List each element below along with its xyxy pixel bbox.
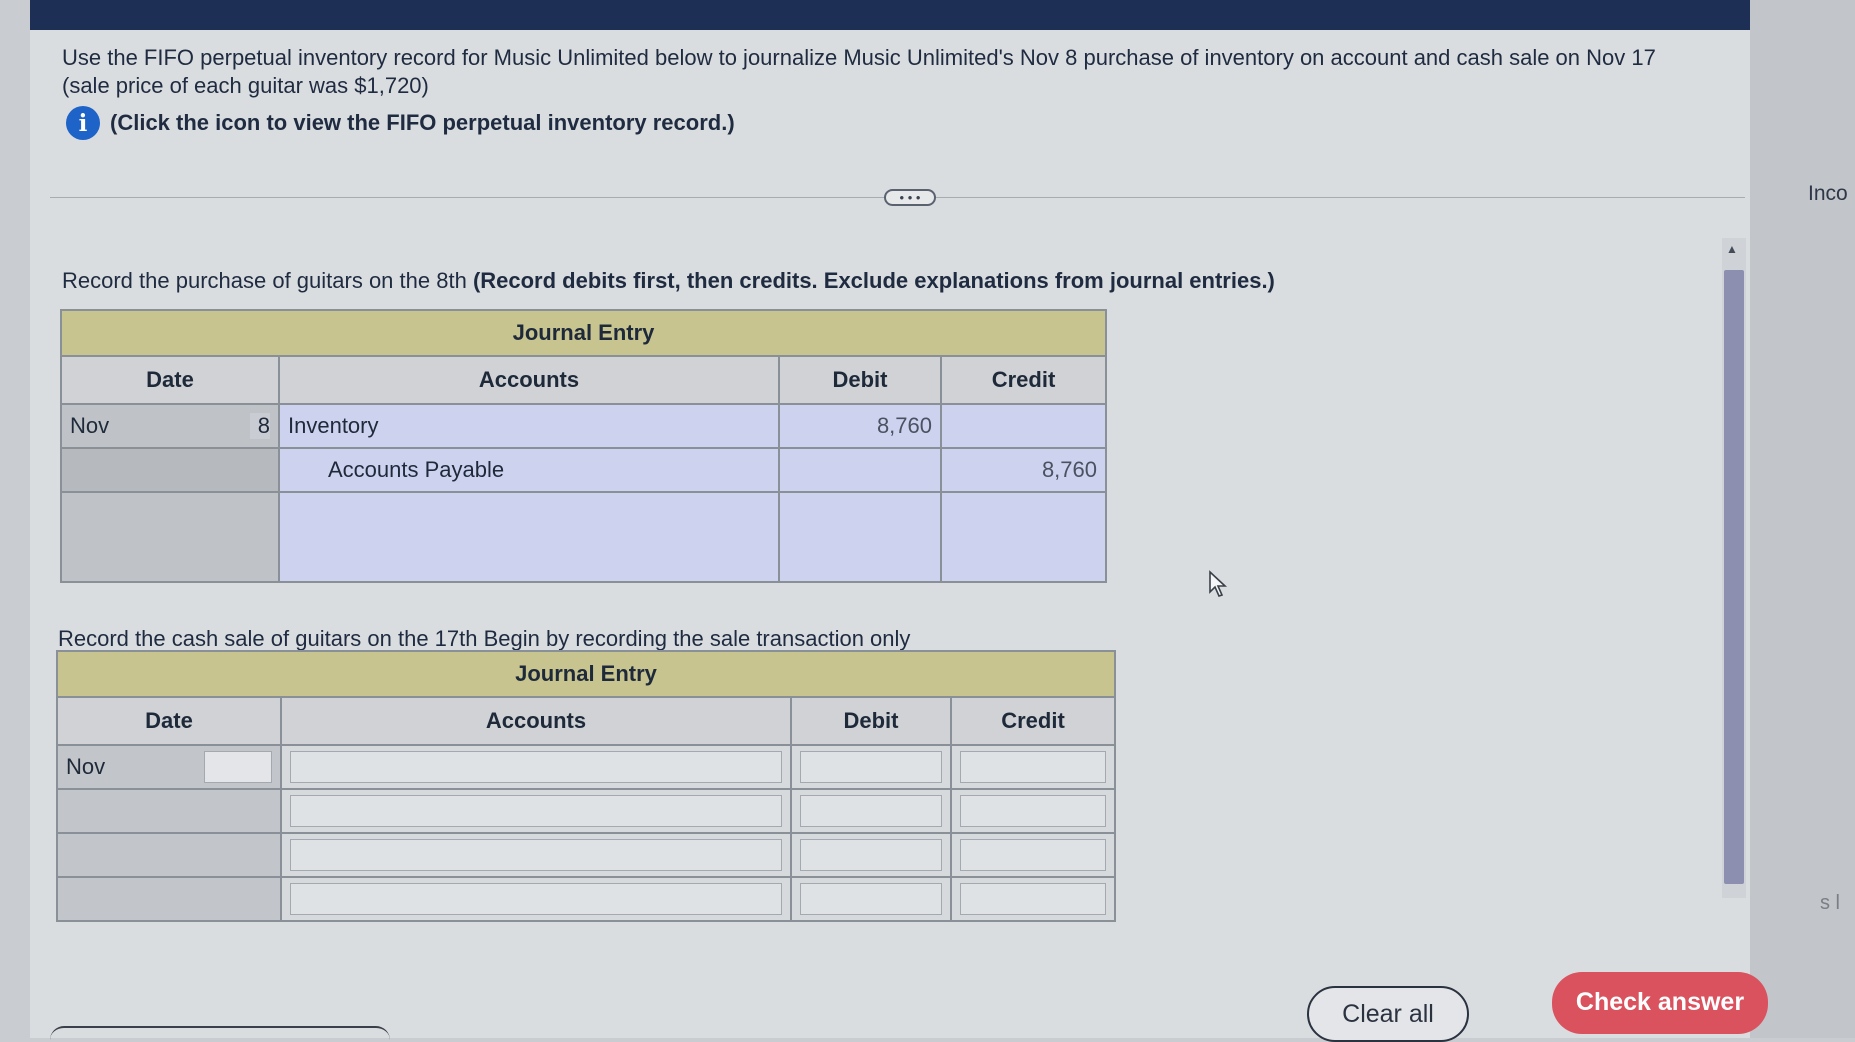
date-header: Date xyxy=(60,355,280,405)
table-row xyxy=(56,876,1116,922)
debit-header: Debit xyxy=(790,696,952,746)
debit-input[interactable] xyxy=(800,795,942,827)
sale-prompt: Record the cash sale of guitars on the 1… xyxy=(58,626,911,651)
account-cell xyxy=(280,832,792,878)
credit-input[interactable] xyxy=(960,795,1106,827)
credit-cell[interactable] xyxy=(940,403,1107,449)
debit-cell xyxy=(790,744,952,790)
date-cell xyxy=(56,788,282,834)
date-cell xyxy=(56,876,282,922)
credit-cell[interactable]: 8,760 xyxy=(940,447,1107,493)
date-cell: Nov 8 xyxy=(60,403,280,449)
account-cell[interactable]: Inventory xyxy=(278,403,780,449)
clear-all-button[interactable]: Clear all xyxy=(1307,986,1469,1042)
date-month: Nov xyxy=(66,754,106,779)
journal-entry-title: Journal Entry xyxy=(56,650,1116,698)
purchase-journal-table: Journal Entry Date Accounts Debit Credit… xyxy=(60,309,1107,583)
account-input[interactable] xyxy=(290,839,782,871)
credit-input[interactable] xyxy=(960,839,1106,871)
purchase-prompt: Record the purchase of guitars on the 8t… xyxy=(62,268,1275,294)
debit-cell xyxy=(790,832,952,878)
account-cell[interactable]: Accounts Payable xyxy=(278,447,780,493)
debit-input[interactable] xyxy=(800,751,942,783)
fifo-record-link-text[interactable]: (Click the icon to view the FIFO perpetu… xyxy=(110,110,735,136)
question-instruction: Use the FIFO perpetual inventory record … xyxy=(62,44,1732,100)
accounts-header: Accounts xyxy=(280,696,792,746)
credit-cell[interactable] xyxy=(940,491,1107,583)
instruction-line-1: Use the FIFO perpetual inventory record … xyxy=(62,45,1656,70)
credit-input[interactable] xyxy=(960,883,1106,915)
table-row xyxy=(56,788,1116,834)
mouse-pointer-icon xyxy=(1209,570,1228,597)
debit-cell[interactable] xyxy=(778,447,942,493)
debit-cell[interactable]: 8,760 xyxy=(778,403,942,449)
date-cell xyxy=(60,491,280,583)
credit-cell xyxy=(950,876,1116,922)
account-cell xyxy=(280,744,792,790)
scrollbar-thumb[interactable] xyxy=(1724,270,1744,884)
info-icon[interactable]: i xyxy=(66,106,100,140)
expand-collapse-button[interactable]: • • • xyxy=(884,189,936,206)
date-cell xyxy=(60,447,280,493)
journal-entry-title: Journal Entry xyxy=(60,309,1107,357)
debit-cell xyxy=(790,876,952,922)
side-panel-mark: s l xyxy=(1820,892,1840,914)
account-cell[interactable] xyxy=(278,491,780,583)
table-row: Nov 8 Inventory 8,760 xyxy=(60,403,1107,449)
debit-cell[interactable] xyxy=(778,491,942,583)
credit-header: Credit xyxy=(940,355,1107,405)
instruction-line-2: (sale price of each guitar was $1,720) xyxy=(62,73,429,98)
fifo-record-link[interactable]: i (Click the icon to view the FIFO perpe… xyxy=(66,106,735,140)
purchase-prompt-plain: Record the purchase of guitars on the 8t… xyxy=(62,268,467,293)
credit-header: Credit xyxy=(950,696,1116,746)
debit-header: Debit xyxy=(778,355,942,405)
date-header: Date xyxy=(56,696,282,746)
table-row: Nov xyxy=(56,744,1116,790)
side-panel-label: Inco xyxy=(1808,182,1848,205)
account-cell xyxy=(280,788,792,834)
debit-input[interactable] xyxy=(800,839,942,871)
credit-cell xyxy=(950,832,1116,878)
credit-cell xyxy=(950,788,1116,834)
check-answer-button[interactable]: Check answer xyxy=(1552,972,1768,1034)
sale-journal-table: Journal Entry Date Accounts Debit Credit… xyxy=(56,650,1116,922)
credit-input[interactable] xyxy=(960,751,1106,783)
date-day[interactable]: 8 xyxy=(249,413,270,439)
account-input[interactable] xyxy=(290,883,782,915)
account-input[interactable] xyxy=(290,795,782,827)
table-row xyxy=(56,832,1116,878)
scroll-up-arrow-icon[interactable]: ▲ xyxy=(1726,242,1738,256)
day-input[interactable] xyxy=(204,751,272,783)
top-navigation-bar xyxy=(30,0,1750,32)
date-cell: Nov xyxy=(56,744,282,790)
debit-input[interactable] xyxy=(800,883,942,915)
account-cell xyxy=(280,876,792,922)
credit-cell xyxy=(950,744,1116,790)
table-row xyxy=(60,491,1107,583)
date-cell xyxy=(56,832,282,878)
debit-cell xyxy=(790,788,952,834)
table-row: Accounts Payable 8,760 xyxy=(60,447,1107,493)
date-month: Nov xyxy=(70,413,110,438)
right-side-panel xyxy=(1750,0,1855,1038)
purchase-prompt-bold: (Record debits first, then credits. Excl… xyxy=(472,268,1275,293)
account-input[interactable] xyxy=(290,751,782,783)
accounts-header: Accounts xyxy=(278,355,780,405)
